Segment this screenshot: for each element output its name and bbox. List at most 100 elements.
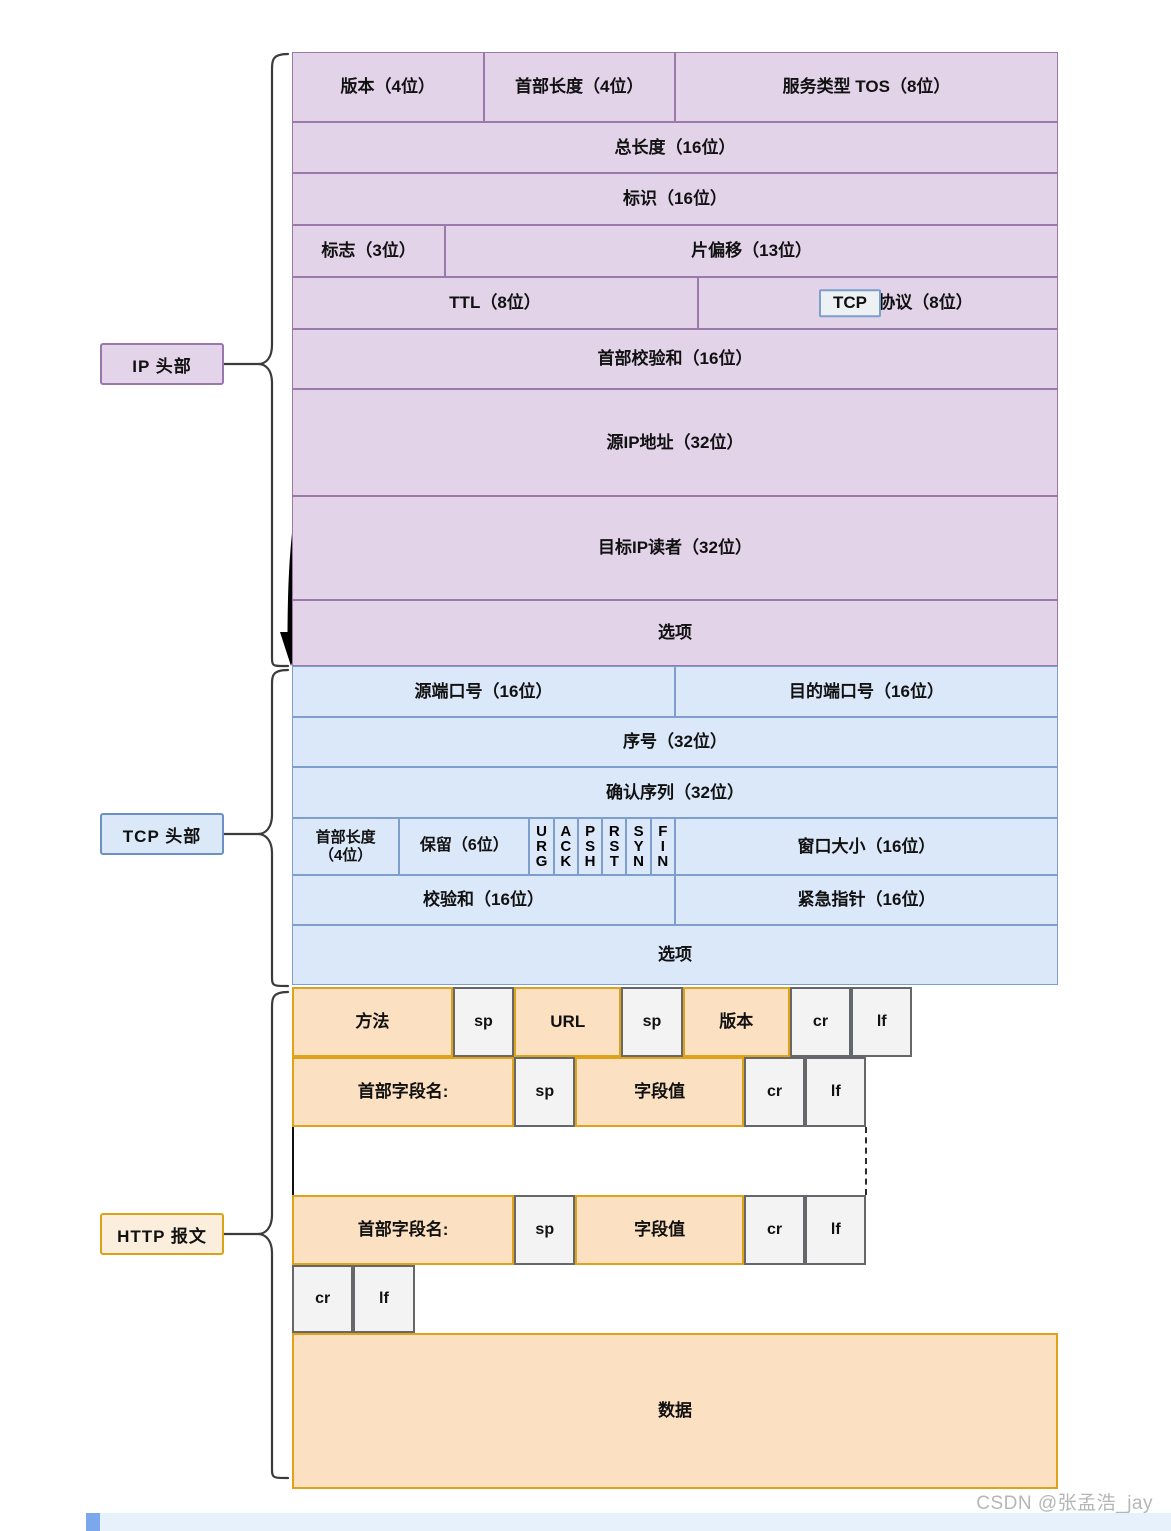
cell-label: lf [830, 1220, 841, 1238]
cell-label: 字段值 [634, 1082, 686, 1102]
flag-letters: URG [535, 823, 548, 870]
flag-letters: PSH [584, 823, 596, 870]
ip-field-tos: 服务类型 TOS（8位） [675, 52, 1058, 122]
section-label-http-text: HTTP 报文 [117, 1226, 207, 1246]
http-sp-1: sp [452, 987, 515, 1057]
cell-label: 保留（6位） [419, 837, 509, 855]
cell-label: sp [535, 1082, 555, 1100]
cell-label: 校验和（16位） [423, 890, 544, 910]
tcp-field-ack-number: 确认序列（32位） [292, 767, 1058, 818]
tcp-field-reserved: 保留（6位） [399, 818, 530, 875]
ip-field-flags: 标志（3位） [292, 225, 446, 277]
ip-row: 首部校验和（16位） [292, 329, 1058, 389]
http-header-field-value: 字段值 [575, 1195, 744, 1265]
http-message-block: 方法 sp URL sp 版本 cr lf 首部字段名: sp 字段值 cr l… [292, 987, 1058, 1489]
cell-label: cr [766, 1220, 783, 1238]
tcp-row: 校验和（16位） 紧急指针（16位） [292, 875, 1058, 925]
tcp-field-urgent-pointer: 紧急指针（16位） [675, 875, 1058, 925]
ip-field-protocol: TCP 协议（8位） [697, 277, 1058, 329]
cell-label: 窗口大小（16位） [797, 836, 936, 856]
http-cr-4: cr [292, 1265, 354, 1333]
cell-label: URL [550, 1012, 586, 1032]
ip-field-checksum: 首部校验和（16位） [292, 329, 1058, 389]
section-label-ip: IP 头部 [100, 343, 224, 385]
cell-label: 标志（3位） [321, 241, 416, 261]
tcp-field-checksum: 校验和（16位） [292, 875, 675, 925]
http-cr-3: cr [743, 1195, 806, 1265]
cell-label: cr [812, 1012, 829, 1030]
ip-row: 目标IP读者（32位） [292, 496, 1058, 600]
cell-label-line1: 首部长度 [315, 829, 376, 847]
http-blank-line: cr lf [292, 1265, 1058, 1333]
http-body-row: 数据 [292, 1333, 1058, 1489]
ip-field-total-length: 总长度（16位） [292, 122, 1058, 173]
http-header-line: 首部字段名: sp 字段值 cr lf [292, 1195, 1058, 1265]
tcp-flag-psh: PSH [577, 818, 603, 875]
ip-field-source-address: 源IP地址（32位） [292, 389, 1058, 496]
cell-label: lf [876, 1012, 887, 1030]
cell-label: 首部字段名: [357, 1082, 449, 1102]
cell-label: 数据 [658, 1401, 692, 1421]
cell-label: cr [315, 1289, 331, 1307]
section-label-tcp: TCP 头部 [100, 813, 224, 855]
ip-field-header-length: 首部长度（4位） [483, 52, 675, 122]
cell-label: 目标IP读者（32位） [598, 538, 752, 558]
cell-label: 版本 [719, 1012, 754, 1032]
cell-label: lf [379, 1289, 389, 1307]
http-header-line: 首部字段名: sp 字段值 cr lf [292, 1057, 1058, 1127]
http-sp-2: sp [621, 987, 683, 1057]
cell-label: sp [474, 1012, 493, 1030]
cell-label: 总长度（16位） [614, 137, 736, 157]
ip-row: 标志（3位） 片偏移（13位） [292, 225, 1058, 277]
cell-label: 片偏移（13位） [691, 241, 813, 261]
cell-label: 版本（4位） [340, 77, 435, 97]
ip-field-identification: 标识（16位） [292, 173, 1058, 225]
bottom-bar-accent [86, 1513, 100, 1531]
ip-field-ttl: TTL（8位） [292, 277, 698, 329]
http-continuation-gap [292, 1127, 1058, 1195]
tcp-flag-rst: RST [602, 818, 627, 875]
cell-label: 序号（32位） [623, 732, 727, 752]
http-lf-4: lf [353, 1265, 415, 1333]
tcp-field-sequence-number: 序号（32位） [292, 717, 1058, 767]
http-method: 方法 [292, 987, 453, 1057]
tcp-field-data-offset: 首部长度 （4位） [292, 818, 400, 875]
cell-label: 源端口号（16位） [414, 681, 553, 701]
cell-label: 选项 [658, 623, 692, 643]
tcp-flags-group: URG ACK PSH RST SYN FIN [529, 818, 675, 875]
section-label-tcp-text: TCP 头部 [122, 826, 202, 846]
tcp-flag-fin: FIN [650, 818, 675, 875]
tcp-flag-urg: URG [529, 818, 554, 875]
section-label-http: HTTP 报文 [100, 1213, 224, 1255]
packet-stack: 版本（4位） 首部长度（4位） 服务类型 TOS（8位） 总长度（16位） 标识… [292, 52, 1058, 1489]
ip-row: 标识（16位） [292, 173, 1058, 225]
http-version: 版本 [682, 987, 790, 1057]
http-header-field-name: 首部字段名: [292, 1057, 515, 1127]
ip-field-destination-address: 目标IP读者（32位） [292, 496, 1058, 600]
http-body: 数据 [292, 1333, 1058, 1489]
flag-letters: FIN [657, 823, 669, 870]
cell-label: 确认序列（32位） [606, 782, 744, 802]
cell-label: TTL（8位） [449, 293, 541, 313]
cell-label: 方法 [355, 1012, 390, 1032]
http-cr-1: cr [789, 987, 852, 1057]
tcp-row: 确认序列（32位） [292, 767, 1058, 818]
ip-field-fragment-offset: 片偏移（13位） [445, 225, 1058, 277]
http-request-line: 方法 sp URL sp 版本 cr lf [292, 987, 1058, 1057]
ip-header-block: 版本（4位） 首部长度（4位） 服务类型 TOS（8位） 总长度（16位） 标识… [292, 52, 1058, 666]
cell-label: 字段值 [634, 1220, 686, 1240]
tcp-row: 序号（32位） [292, 717, 1058, 767]
protocol-value-badge: TCP [818, 289, 881, 317]
cell-label: 协议（8位） [878, 293, 973, 313]
cell-label: 标识（16位） [623, 189, 727, 209]
cell-label: 目的端口号（16位） [789, 681, 944, 701]
flag-letters: RST [608, 823, 620, 870]
http-cr-2: cr [743, 1057, 806, 1127]
http-header-field-name: 首部字段名: [292, 1195, 515, 1265]
http-url: URL [514, 987, 622, 1057]
tcp-row: 首部长度 （4位） 保留（6位） URG ACK PSH R S T S Y N… [292, 818, 1058, 875]
tcp-row: 选项 [292, 925, 1058, 985]
tcp-header-block: 源端口号（16位） 目的端口号（16位） 序号（32位） 确认序列（32位） 首… [292, 666, 1058, 985]
flag-letters: ACK [560, 823, 572, 870]
tcp-row: 源端口号（16位） 目的端口号（16位） [292, 666, 1058, 717]
